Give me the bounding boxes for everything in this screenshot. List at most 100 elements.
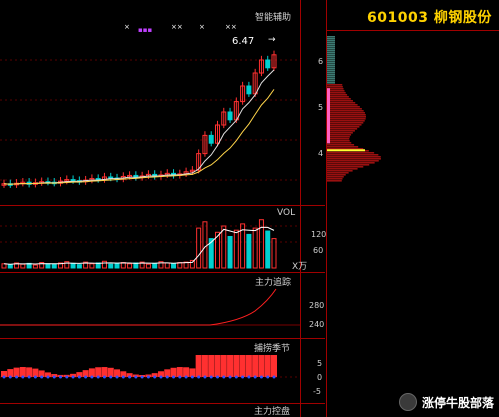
profile-bar <box>327 36 335 38</box>
profile-bar <box>327 120 365 122</box>
profile-bar <box>327 158 381 160</box>
profile-bar <box>327 154 379 156</box>
season-chart <box>0 355 300 379</box>
volume-profile-chart <box>327 36 381 182</box>
profile-bar <box>327 66 335 68</box>
season-dot <box>40 375 44 379</box>
profile-bar <box>327 62 335 64</box>
volume-bar <box>252 227 258 269</box>
season-panel[interactable]: 5 0 -5 捕捞季节 <box>0 339 325 404</box>
season-dot <box>165 375 169 379</box>
track-axis: 280 240 <box>300 273 326 338</box>
volume-bar <box>101 260 107 269</box>
profile-tick-4: 4 <box>318 149 324 158</box>
profile-bar <box>327 156 381 158</box>
season-tick-5: 5 <box>317 359 323 368</box>
season-dot <box>159 375 163 379</box>
season-dot <box>228 375 232 379</box>
volume-bar <box>189 259 195 269</box>
candle-body <box>265 59 271 69</box>
season-dot <box>77 375 81 379</box>
volume-bar <box>221 225 227 269</box>
volume-bar <box>202 221 208 269</box>
volume-bar <box>152 262 158 269</box>
vol-tick-60: 60 <box>313 246 324 255</box>
season-dot <box>27 375 31 379</box>
volume-panel[interactable]: 120 60 VOL X万 <box>0 206 326 273</box>
season-dot <box>90 375 94 379</box>
profile-bar <box>327 142 352 144</box>
profile-tick-6: 6 <box>318 57 324 66</box>
season-dot <box>128 375 132 379</box>
profile-bar <box>327 76 335 78</box>
season-bar <box>239 355 246 377</box>
main-chart-panel[interactable]: 智能辅助 6.47 → × ▪▪▪ ×× × ×× <box>0 0 325 206</box>
profile-bar <box>327 170 353 172</box>
season-dot <box>33 375 37 379</box>
season-dot <box>134 375 138 379</box>
profile-bar <box>327 84 343 86</box>
profile-bar <box>327 74 335 76</box>
volume-bar <box>271 238 277 269</box>
track-panel[interactable]: 280 240 主力追踪 <box>0 273 325 339</box>
volume-bar <box>20 263 26 269</box>
season-axis: 5 0 -5 <box>300 339 326 403</box>
volume-bar <box>196 227 202 269</box>
profile-bar <box>327 162 375 164</box>
season-dot <box>71 375 75 379</box>
profile-bar <box>327 94 348 96</box>
profile-bar <box>327 86 343 88</box>
season-bar <box>214 355 221 377</box>
season-dot <box>121 375 125 379</box>
profile-bar <box>327 168 358 170</box>
season-dot <box>65 375 69 379</box>
season-dot <box>259 375 263 379</box>
profile-bar <box>327 96 349 98</box>
season-dot <box>272 375 276 379</box>
profile-bar <box>327 118 366 120</box>
volume-bar <box>145 263 151 269</box>
profile-bar <box>327 138 350 140</box>
profile-bar <box>327 110 364 112</box>
season-bar <box>195 355 202 377</box>
profile-bar <box>327 174 346 176</box>
wechat-icon <box>398 393 417 411</box>
season-dot <box>247 375 251 379</box>
season-dot <box>184 375 188 379</box>
season-dot <box>109 375 113 379</box>
control-panel[interactable]: 主力控盘 <box>0 404 325 417</box>
volume-bar <box>70 262 76 269</box>
volume-bar <box>171 263 177 269</box>
season-dot <box>115 375 119 379</box>
season-dot <box>102 375 106 379</box>
season-bar <box>252 355 259 377</box>
profile-bar <box>327 106 360 108</box>
profile-bar <box>327 82 335 84</box>
profile-bar <box>327 42 335 44</box>
season-dot <box>52 375 56 379</box>
profile-bar <box>327 50 335 52</box>
candle-body <box>208 134 214 144</box>
profile-bar <box>327 152 375 154</box>
profile-bar <box>327 54 335 56</box>
season-bar <box>245 355 252 377</box>
watermark: 涨停牛股部落 <box>398 393 494 411</box>
season-bar <box>220 355 227 377</box>
season-dot <box>209 375 213 379</box>
ma10-line <box>3 89 275 185</box>
season-dot <box>2 375 6 379</box>
volume-bar <box>89 263 95 269</box>
season-dot <box>178 375 182 379</box>
season-dot <box>21 375 25 379</box>
season-dot <box>153 375 157 379</box>
profile-bar <box>327 60 335 62</box>
volume-bar <box>246 233 252 269</box>
profile-bar <box>327 144 355 146</box>
season-dot <box>46 375 50 379</box>
volume-bars <box>0 219 300 269</box>
profile-bar <box>327 102 356 104</box>
season-bar <box>208 355 215 377</box>
profile-bar <box>327 70 335 72</box>
volume-profile-pane[interactable]: 6 5 4 涨停牛股部落 <box>318 31 499 417</box>
season-dot <box>222 375 226 379</box>
